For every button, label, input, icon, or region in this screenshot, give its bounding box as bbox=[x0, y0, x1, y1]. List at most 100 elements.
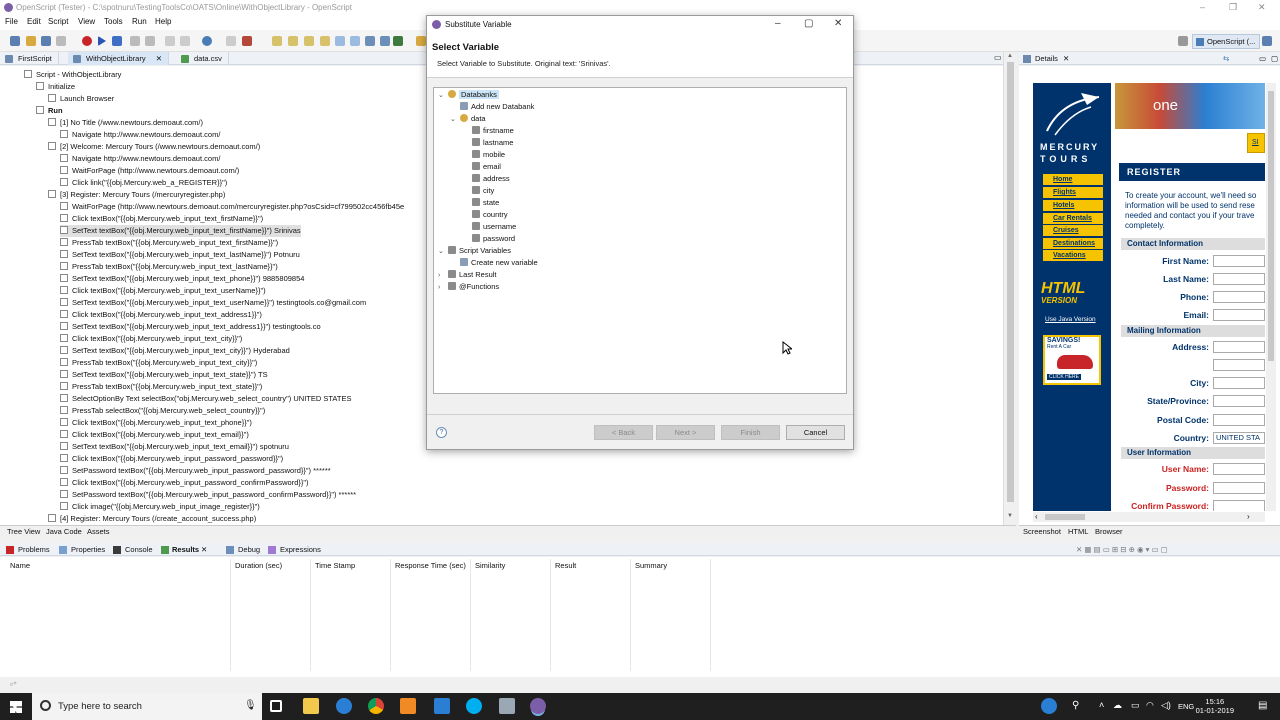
step-over-icon[interactable] bbox=[180, 36, 190, 46]
menu-help[interactable]: Help bbox=[155, 17, 171, 26]
layout-icon-6[interactable] bbox=[350, 36, 360, 46]
last-name-field[interactable] bbox=[1213, 273, 1265, 285]
first-name-field[interactable] bbox=[1213, 255, 1265, 267]
extra-perspective-icon[interactable] bbox=[1262, 36, 1272, 46]
variable-tree-node[interactable]: firstname bbox=[462, 125, 514, 137]
open-perspective-icon[interactable] bbox=[1178, 36, 1188, 46]
menu-view[interactable]: View bbox=[78, 17, 95, 26]
pin-icon[interactable] bbox=[416, 36, 426, 46]
script-tree-node[interactable]: PressTab textBox("{{obj.Mercury.web_inpu… bbox=[60, 237, 278, 249]
script-tree-node[interactable]: PressTab textBox("{{obj.Mercury.web_inpu… bbox=[60, 381, 262, 393]
sublime-icon[interactable] bbox=[400, 698, 416, 714]
tab-problems[interactable]: Problems bbox=[18, 545, 50, 554]
next-button[interactable]: Next > bbox=[656, 425, 715, 440]
back-button[interactable]: < Back bbox=[594, 425, 653, 440]
details-horizontal-scrollbar[interactable]: ‹ › bbox=[1033, 512, 1265, 522]
tab-java-code[interactable]: Java Code bbox=[46, 527, 82, 536]
task-view-icon[interactable] bbox=[270, 700, 282, 712]
wifi-icon[interactable]: ◠ bbox=[1146, 700, 1154, 711]
variable-tree-node[interactable]: address bbox=[462, 173, 510, 185]
layout-icon-5[interactable] bbox=[335, 36, 345, 46]
variable-tree-node[interactable]: Add new Databank bbox=[450, 101, 534, 113]
expand-toggle-icon[interactable]: ⌄ bbox=[438, 246, 448, 258]
variable-tree-node[interactable]: mobile bbox=[462, 149, 505, 161]
variable-tree-node[interactable]: Create new variable bbox=[450, 257, 538, 269]
editor-scrollbar[interactable]: ▲ ▼ bbox=[1003, 52, 1016, 525]
details-vertical-scrollbar[interactable] bbox=[1266, 83, 1276, 511]
edge-icon[interactable] bbox=[336, 698, 352, 714]
maximize-button[interactable]: ❐ bbox=[1229, 2, 1237, 13]
java-version-link[interactable]: Use Java Version bbox=[1045, 316, 1096, 323]
battery-icon[interactable]: ▭ bbox=[1131, 700, 1140, 711]
nav-car-rentals[interactable]: Car Rentals bbox=[1043, 213, 1103, 224]
script-tree-node[interactable]: Click textBox("{{obj.Mercury.web_input_p… bbox=[60, 477, 309, 489]
script-tree-node[interactable]: Click textBox("{{obj.Mercury.web_input_t… bbox=[60, 213, 263, 225]
help-icon[interactable]: ? bbox=[436, 427, 447, 438]
scroll-down-icon[interactable]: ▼ bbox=[1007, 513, 1013, 519]
finish-button[interactable]: Finish bbox=[721, 425, 780, 440]
scrollbar-thumb[interactable] bbox=[1007, 62, 1014, 502]
script-tree-node[interactable]: [3] Register: Mercury Tours (/mercuryreg… bbox=[48, 189, 225, 201]
save-icon[interactable] bbox=[41, 36, 51, 46]
variable-tree-node[interactable]: city bbox=[462, 185, 494, 197]
visual-studio-icon[interactable] bbox=[434, 698, 450, 714]
menu-file[interactable]: File bbox=[5, 17, 18, 26]
script-tree-node[interactable]: SetText textBox("{{obj.Mercury.web_input… bbox=[60, 249, 300, 261]
nav-home[interactable]: Home bbox=[1043, 174, 1103, 185]
city-field[interactable] bbox=[1213, 377, 1265, 389]
script-tree-node[interactable]: SetText textBox("{{obj.Mercury.web_input… bbox=[60, 441, 289, 453]
details-hscroll-thumb[interactable] bbox=[1045, 514, 1085, 520]
system-clock[interactable]: 15:16 01-01-2019 bbox=[1196, 697, 1234, 715]
skype-icon[interactable] bbox=[466, 698, 482, 714]
script-tree-node[interactable]: Navigate http://www.newtours.demoaut.com… bbox=[60, 153, 220, 165]
minimize-editor-icon[interactable]: ▭ bbox=[994, 53, 1002, 62]
script-tree-node[interactable]: WaitForPage (http://www.newtours.demoaut… bbox=[60, 165, 239, 177]
details-maximize-icon[interactable]: ▢ bbox=[1271, 54, 1278, 63]
menu-tools[interactable]: Tools bbox=[104, 17, 123, 26]
script-tree-node[interactable]: WaitForPage (http://www.newtours.demoaut… bbox=[60, 201, 404, 213]
nav-flights[interactable]: Flights bbox=[1043, 187, 1103, 198]
layout-icon-3[interactable] bbox=[304, 36, 314, 46]
dialog-minimize-button[interactable]: – bbox=[775, 18, 781, 29]
script-tree-node[interactable]: Click textBox("{{obj.Mercury.web_input_t… bbox=[60, 429, 249, 441]
tab-firstscript[interactable]: FirstScript bbox=[0, 52, 59, 65]
tab-assets[interactable]: Assets bbox=[87, 527, 110, 536]
step-icon[interactable] bbox=[165, 36, 175, 46]
script-tree-node[interactable]: Click textBox("{{obj.Mercury.web_input_t… bbox=[60, 285, 266, 297]
chrome-icon[interactable] bbox=[368, 698, 384, 714]
variable-tree-node[interactable]: email bbox=[462, 161, 501, 173]
close-results-icon[interactable]: ✕ bbox=[201, 545, 207, 554]
tab-screenshot[interactable]: Screenshot bbox=[1023, 527, 1061, 536]
tab-results[interactable]: Results bbox=[172, 545, 199, 554]
password-field[interactable] bbox=[1213, 482, 1265, 494]
details-tool-icon[interactable]: ⇆ bbox=[1223, 54, 1229, 63]
script-tree-node[interactable]: [4] Register: Mercury Tours (/create_acc… bbox=[48, 513, 256, 525]
variable-tree-node[interactable]: username bbox=[462, 221, 516, 233]
people-icon[interactable]: ⚲ bbox=[1072, 700, 1079, 711]
menu-script[interactable]: Script bbox=[48, 17, 68, 26]
script-tree-node[interactable]: SetPassword textBox("{{obj.Mercury.web_i… bbox=[60, 489, 356, 501]
script-tree-node[interactable]: Click textBox("{{obj.Mercury.web_input_t… bbox=[60, 333, 242, 345]
tab-properties[interactable]: Properties bbox=[71, 545, 105, 554]
perspective-switcher[interactable]: OpenScript (... bbox=[1192, 34, 1261, 49]
address-field-1[interactable] bbox=[1213, 341, 1265, 353]
script-tree-node[interactable]: Navigate http://www.newtours.demoaut.com… bbox=[60, 129, 220, 141]
volume-icon[interactable]: ◁) bbox=[1161, 700, 1171, 711]
script-tree-node[interactable]: Click image("{{obj.Mercury.web_input_ima… bbox=[60, 501, 260, 513]
script-tree-node[interactable]: SetText textBox("{{obj.Mercury.web_input… bbox=[60, 225, 301, 237]
layout-icon-9[interactable] bbox=[393, 36, 403, 46]
file-explorer-icon[interactable] bbox=[303, 698, 319, 714]
tab-tree-view[interactable]: Tree View bbox=[7, 527, 40, 536]
open-icon[interactable] bbox=[26, 36, 36, 46]
script-tree-node[interactable]: SelectOptionBy Text selectBox("obj.Mercu… bbox=[60, 393, 351, 405]
details-scroll-thumb[interactable] bbox=[1268, 91, 1274, 361]
script-tree-node[interactable]: Script - WithObjectLibrary bbox=[24, 69, 121, 81]
script-tree-node[interactable]: Run bbox=[36, 105, 63, 117]
tab-withobjectlibrary[interactable]: WithObjectLibrary ✕ bbox=[68, 52, 169, 65]
iterate-icon[interactable] bbox=[112, 36, 122, 46]
email-field[interactable] bbox=[1213, 309, 1265, 321]
tab-data-csv[interactable]: data.csv bbox=[176, 52, 229, 65]
tab-html[interactable]: HTML bbox=[1068, 527, 1088, 536]
object-icon[interactable] bbox=[242, 36, 252, 46]
user-name-field[interactable] bbox=[1213, 463, 1265, 475]
